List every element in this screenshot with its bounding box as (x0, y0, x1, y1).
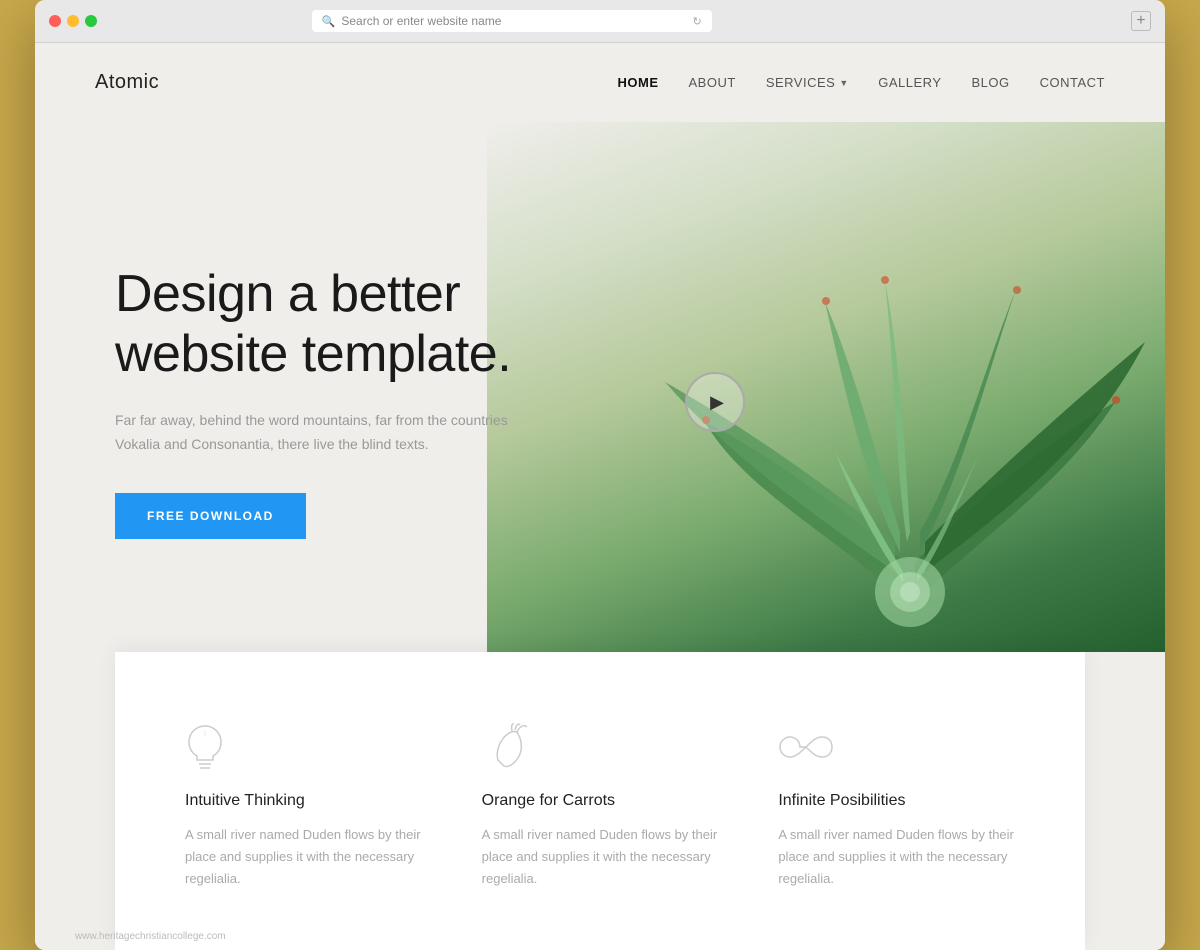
feature-title-thinking: Intuitive Thinking (185, 792, 422, 810)
feature-item-carrots: Orange for Carrots A small river named D… (472, 712, 729, 900)
features-section: Intuitive Thinking A small river named D… (115, 652, 1085, 950)
lightbulb-icon (185, 722, 422, 772)
navigation: Atomic HOME ABOUT SERVICES ▼ GALLERY (35, 43, 1165, 122)
hero-subtitle: Far far away, behind the word mountains,… (115, 409, 515, 457)
nav-link-about[interactable]: ABOUT (689, 75, 736, 90)
traffic-lights (49, 15, 97, 27)
nav-link-home[interactable]: HOME (618, 75, 659, 90)
chevron-down-icon: ▼ (839, 78, 848, 88)
watermark: www.heritagechristiancollege.com (75, 931, 226, 942)
play-icon: ▶ (710, 392, 724, 413)
address-bar[interactable]: 🔍 Search or enter website name ↻ (312, 10, 712, 32)
hero-section: Design a better website template. Far fa… (35, 122, 1165, 682)
browser-window: 🔍 Search or enter website name ↻ + Atomi… (35, 0, 1165, 950)
feature-title-infinite: Infinite Posibilities (778, 792, 1015, 810)
nav-link-contact[interactable]: CONTACT (1040, 75, 1105, 90)
nav-link-services[interactable]: SERVICES (766, 75, 836, 90)
nav-item-about[interactable]: ABOUT (689, 74, 736, 92)
hero-title: Design a better website template. (115, 265, 535, 385)
search-icon: 🔍 (322, 15, 336, 28)
nav-item-gallery[interactable]: GALLERY (878, 74, 941, 92)
nav-item-home[interactable]: HOME (618, 74, 659, 92)
website-content: Atomic HOME ABOUT SERVICES ▼ GALLERY (35, 43, 1165, 950)
refresh-icon[interactable]: ↻ (692, 15, 701, 28)
infinity-icon (778, 722, 1015, 772)
fullscreen-button[interactable] (85, 15, 97, 27)
hero-content: Design a better website template. Far fa… (35, 205, 615, 598)
free-download-button[interactable]: FREE DOWNLOAD (115, 493, 306, 539)
succulent-plant (585, 142, 1165, 682)
carrot-icon (482, 722, 719, 772)
nav-links: HOME ABOUT SERVICES ▼ GALLERY BLOG (618, 74, 1105, 92)
feature-item-infinite: Infinite Posibilities A small river name… (768, 712, 1025, 900)
nav-link-gallery[interactable]: GALLERY (878, 75, 941, 90)
feature-desc-infinite: A small river named Duden flows by their… (778, 824, 1015, 890)
minimize-button[interactable] (67, 15, 79, 27)
feature-title-carrots: Orange for Carrots (482, 792, 719, 810)
nav-link-blog[interactable]: BLOG (972, 75, 1010, 90)
nav-item-contact[interactable]: CONTACT (1040, 74, 1105, 92)
feature-item-thinking: Intuitive Thinking A small river named D… (175, 712, 432, 900)
nav-item-services[interactable]: SERVICES ▼ (766, 75, 848, 90)
feature-desc-thinking: A small river named Duden flows by their… (185, 824, 422, 890)
play-video-button[interactable]: ▶ (685, 372, 745, 432)
feature-desc-carrots: A small river named Duden flows by their… (482, 824, 719, 890)
address-bar-text: Search or enter website name (341, 14, 501, 28)
close-button[interactable] (49, 15, 61, 27)
nav-item-blog[interactable]: BLOG (972, 74, 1010, 92)
site-logo[interactable]: Atomic (95, 71, 159, 94)
add-tab-button[interactable]: + (1131, 11, 1151, 31)
browser-chrome: 🔍 Search or enter website name ↻ + (35, 0, 1165, 43)
